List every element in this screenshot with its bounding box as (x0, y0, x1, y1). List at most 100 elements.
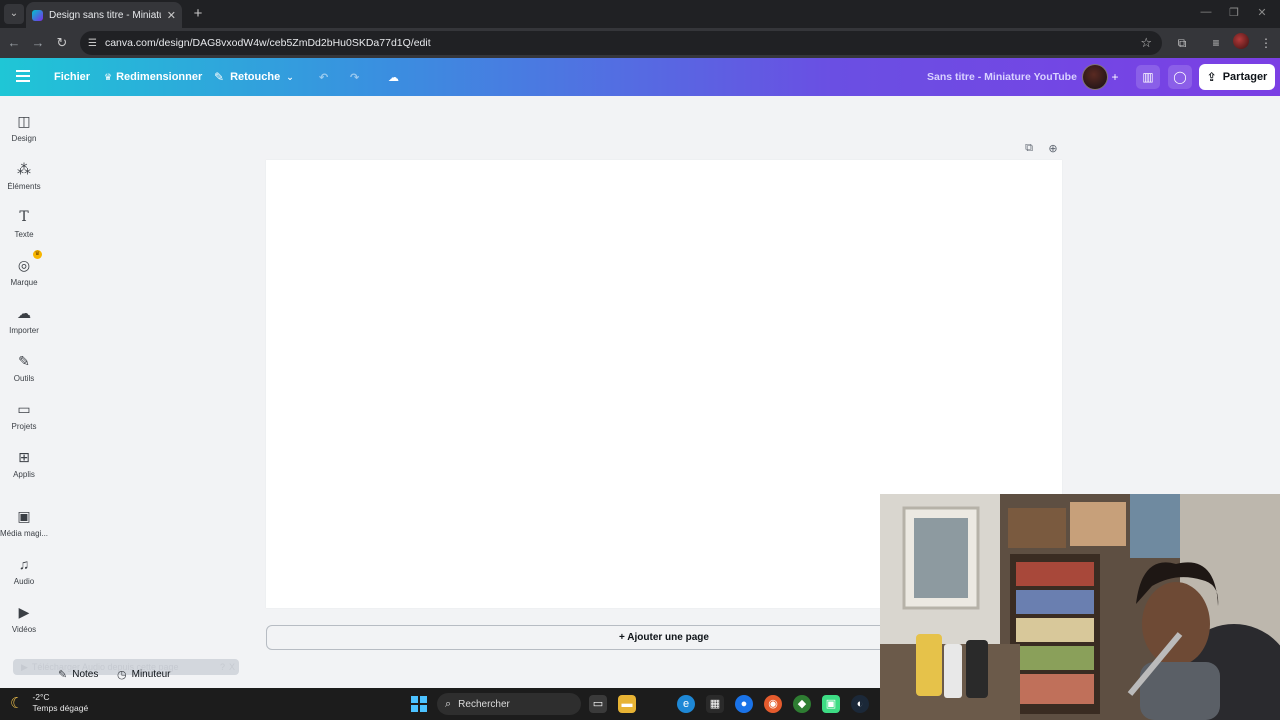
forward-icon[interactable]: → (28, 33, 48, 53)
sidebar-item-videos[interactable]: ▶ Vidéos (0, 603, 48, 634)
extensions-icon[interactable]: ⧉ (1172, 33, 1192, 53)
canva-favicon-icon (32, 9, 43, 21)
comment-icon[interactable]: ◯ (1168, 65, 1192, 89)
search-icon: ⌕ (445, 697, 452, 710)
notes-button[interactable]: ✎ Notes (58, 667, 98, 681)
sidebar-label: Importer (9, 326, 39, 335)
weather-widget[interactable]: ☾ -2°C Temps dégagé (10, 692, 88, 714)
file-explorer-icon[interactable]: ▬ (618, 695, 636, 713)
new-tab-icon[interactable]: + (188, 4, 208, 24)
window-restore-icon[interactable]: ❐ (1224, 6, 1244, 19)
layout-icon: ◫ (17, 113, 31, 129)
resize-button[interactable]: ♛ Redimensionner (104, 58, 202, 96)
add-collaborator-icon[interactable]: + (1106, 65, 1124, 89)
reload-icon[interactable]: ↻ (52, 33, 72, 53)
taskbar-search[interactable]: ⌕ Rechercher (437, 693, 581, 715)
redo-icon[interactable]: ↷ (350, 58, 359, 96)
weather-description: Temps dégagé (32, 703, 89, 713)
apps-icon: ⊞ (18, 449, 30, 465)
shapes-icon: ⁂ (17, 161, 31, 177)
timer-label: Minuteur (131, 668, 171, 680)
sidebar-label: Vidéos (11, 625, 37, 634)
taskbar-search-label: Rechercher (458, 698, 510, 710)
sidebar-label: Projets (11, 422, 37, 431)
webcam-overlay (880, 494, 1280, 720)
sidebar-item-brand[interactable]: ◎ Marque (0, 256, 48, 287)
left-sidebar: ◫ Design ⁂ Éléments T Texte ◎ Marque ☁ I… (0, 96, 48, 688)
windows-start-icon[interactable] (411, 696, 427, 712)
folder-icon: ▭ (17, 401, 31, 417)
moon-icon: ☾ (10, 695, 24, 712)
pen-icon: ✎ (18, 353, 30, 369)
crown-badge-icon: ♛ (33, 250, 42, 259)
browser-tab-active[interactable]: Design sans titre - Miniature YouTube ✕ (26, 2, 182, 28)
sidebar-label: Texte (14, 230, 34, 239)
text-icon: T (19, 209, 29, 225)
sidebar-item-text[interactable]: T Texte (0, 208, 48, 239)
sidebar-label: Design (11, 134, 37, 143)
sidebar-label: Éléments (7, 182, 41, 191)
tab-close-icon[interactable]: ✕ (167, 9, 176, 22)
share-button[interactable]: ⇪ Partager (1199, 64, 1275, 90)
timer-button[interactable]: ◷ Minuteur (117, 667, 171, 681)
play-icon: ▶ (21, 661, 28, 672)
steam-icon[interactable]: ◐ (851, 695, 869, 713)
resize-label: Redimensionner (116, 71, 203, 83)
chrome-icon[interactable]: ● (735, 695, 753, 713)
undo-icon[interactable]: ↶ (319, 58, 328, 96)
sidebar-label: Média magi... (0, 529, 48, 538)
menu-icon[interactable] (16, 70, 30, 82)
webcam-image (880, 494, 1280, 720)
analytics-icon[interactable]: ▥ (1136, 65, 1160, 89)
browser-toolbar: ← → ↻ ☰ canva.com/design/DAG8vxodW4w/ceb… (0, 28, 1280, 58)
app-icon[interactable]: ◆ (793, 695, 811, 713)
pencil-icon: ✎ (214, 70, 225, 84)
sidebar-item-tools[interactable]: ✎ Outils (0, 352, 48, 383)
video-icon: ▶ (18, 604, 30, 620)
browser-menu-icon[interactable]: ⋮ (1256, 33, 1276, 53)
window-minimize-icon[interactable]: — (1196, 6, 1216, 18)
sidebar-item-magic-media[interactable]: ▣ Média magi... (0, 507, 48, 538)
android-app-icon[interactable]: ▣ (822, 695, 840, 713)
user-avatar[interactable] (1082, 64, 1108, 90)
sidebar-label: Outils (13, 374, 35, 383)
design-title[interactable]: Sans titre - Miniature YouTube (927, 58, 1077, 96)
profile-avatar[interactable] (1233, 33, 1249, 49)
tab-search-dropdown-icon[interactable]: ⌄ (4, 4, 24, 24)
help-icon[interactable]: ? (220, 662, 225, 672)
site-info-icon[interactable]: ☰ (88, 38, 97, 49)
firefox-icon[interactable]: ◉ (764, 695, 782, 713)
file-menu-button[interactable]: Fichier (54, 58, 90, 96)
edge-icon[interactable]: e (677, 695, 695, 713)
store-icon[interactable]: ▦ (706, 695, 724, 713)
cloud-saved-icon[interactable]: ☁ (388, 58, 399, 96)
task-view-icon[interactable]: ▭ (589, 695, 607, 713)
window-close-icon[interactable]: ✕ (1252, 6, 1272, 19)
retouch-button[interactable]: ✎ Retouche ⌄ (214, 58, 294, 96)
sidebar-item-design[interactable]: ◫ Design (0, 112, 48, 143)
timer-icon: ◷ (117, 668, 127, 681)
address-bar[interactable]: ☰ canva.com/design/DAG8vxodW4w/ceb5ZmDd2… (80, 31, 1162, 55)
notes-label: Notes (72, 668, 99, 680)
music-icon: ♫ (18, 556, 30, 572)
media-control-icon[interactable]: ≡ (1206, 33, 1226, 53)
sidebar-item-audio[interactable]: ♫ Audio (0, 555, 48, 586)
browser-tab-strip: ⌄ Design sans titre - Miniature YouTube … (0, 0, 1280, 28)
sidebar-label: Marque (10, 278, 38, 287)
close-icon[interactable]: X (229, 662, 235, 672)
sidebar-item-upload[interactable]: ☁ Importer (0, 304, 48, 335)
back-icon[interactable]: ← (4, 33, 24, 53)
tab-title: Design sans titre - Miniature YouTube (49, 9, 161, 21)
editor-header: Fichier ♛ Redimensionner ✎ Retouche ⌄ ↶ … (0, 58, 1280, 96)
sidebar-item-projects[interactable]: ▭ Projets (0, 400, 48, 431)
sidebar-item-apps[interactable]: ⊞ Applis (0, 448, 48, 479)
bookmark-star-icon[interactable]: ☆ (1140, 35, 1152, 51)
brand-icon: ◎ (17, 257, 31, 273)
duplicate-page-icon[interactable]: ⧉ (1022, 142, 1036, 156)
temperature: -2°C (32, 692, 50, 702)
add-page-icon[interactable]: ⊕ (1046, 142, 1060, 156)
sidebar-item-elements[interactable]: ⁂ Éléments (0, 160, 48, 191)
crown-icon: ♛ (104, 71, 113, 82)
file-menu-label: Fichier (54, 71, 91, 83)
retouch-label: Retouche (230, 71, 281, 83)
